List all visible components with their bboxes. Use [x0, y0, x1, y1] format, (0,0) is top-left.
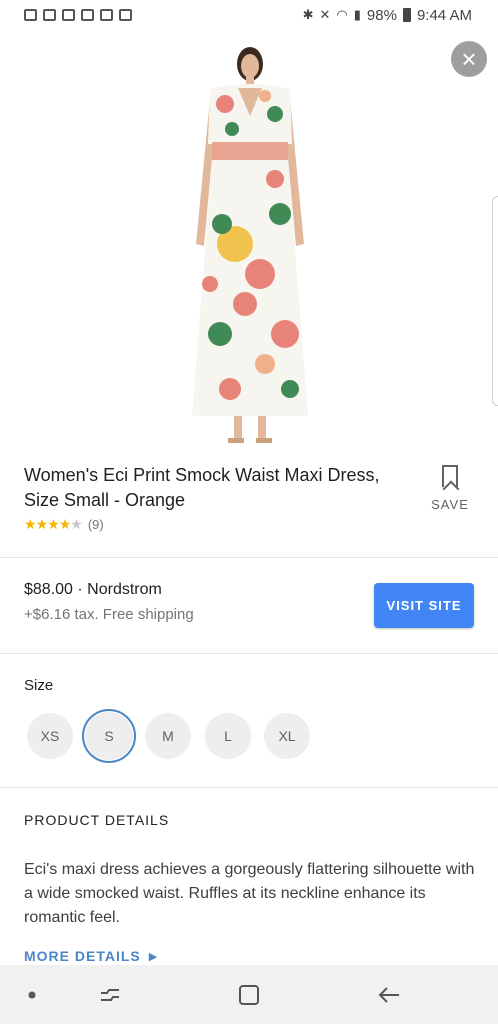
close-button[interactable]: ×	[451, 41, 487, 77]
navigation-bar	[0, 965, 498, 1024]
size-option-xs[interactable]: XS	[27, 713, 73, 759]
product-title: Women's Eci Print Smock Waist Maxi Dress…	[24, 465, 380, 510]
battery-percent: 98%	[366, 6, 397, 24]
signal-icon: ▮	[353, 7, 361, 22]
star-rating: ★★★★★	[24, 516, 83, 533]
star-icon: ★	[24, 516, 37, 532]
divider	[0, 653, 498, 654]
product-details-heading: PRODUCT DETAILS	[24, 812, 170, 828]
back-arrow-icon	[378, 986, 399, 1003]
star-icon: ★	[58, 516, 72, 532]
back-button[interactable]	[370, 965, 408, 1024]
more-details-label: MORE DETAILS	[24, 948, 141, 964]
bookmark-icon	[442, 465, 458, 487]
price-seller: $88.00 · Nordstrom	[24, 581, 162, 598]
chevron-right-icon: ▶	[148, 950, 159, 963]
divider	[0, 787, 498, 788]
image-icon	[100, 9, 113, 21]
more-details-link[interactable]: MORE DETAILS ▶	[24, 948, 158, 964]
size-option-xl[interactable]: XL	[264, 713, 310, 759]
recent-apps-button[interactable]	[92, 965, 128, 1024]
mail-icon	[43, 9, 56, 21]
rating[interactable]: ★★★★★ (9)	[24, 516, 104, 533]
close-icon: ×	[461, 44, 477, 74]
cast-icon	[81, 9, 94, 21]
calendar-icon	[24, 9, 37, 21]
divider	[0, 557, 498, 558]
play-store-icon	[119, 9, 132, 21]
pinwheel-icon	[62, 9, 75, 21]
bluetooth-icon: ✱	[302, 7, 314, 22]
size-option-s[interactable]: S	[82, 709, 136, 763]
dot-icon	[20, 965, 44, 1024]
star-icon: ★	[35, 516, 49, 532]
recent-apps-icon	[101, 988, 119, 1001]
side-panel-handle[interactable]	[492, 196, 498, 406]
visit-site-button[interactable]: VISIT SITE	[374, 583, 474, 628]
size-label: Size	[24, 677, 54, 694]
star-icon: ★	[70, 516, 83, 532]
star-icon: ★	[47, 516, 60, 532]
status-bar: ✱ ✕ ◠ ▮ 98% 9:44 AM	[0, 0, 498, 30]
save-button[interactable]: SAVE	[428, 465, 472, 512]
clock: 9:44 AM	[416, 6, 472, 24]
save-label: SAVE	[431, 497, 469, 512]
product-image[interactable]	[150, 44, 350, 454]
tax-shipping: +$6.16 tax. Free shipping	[24, 606, 194, 623]
size-option-m[interactable]: M	[145, 713, 191, 759]
wifi-icon: ◠	[336, 7, 348, 22]
notification-icons	[24, 9, 132, 21]
home-button[interactable]	[230, 965, 268, 1024]
system-status: ✱ ✕ ◠ ▮ 98% 9:44 AM	[303, 7, 472, 24]
size-option-l[interactable]: L	[205, 713, 251, 759]
home-icon	[239, 984, 259, 1005]
mute-icon: ✕	[319, 7, 331, 22]
product-description: Eci's maxi dress achieves a gorgeously f…	[24, 861, 475, 926]
battery-icon	[402, 8, 411, 22]
review-count: (9)	[87, 517, 104, 532]
